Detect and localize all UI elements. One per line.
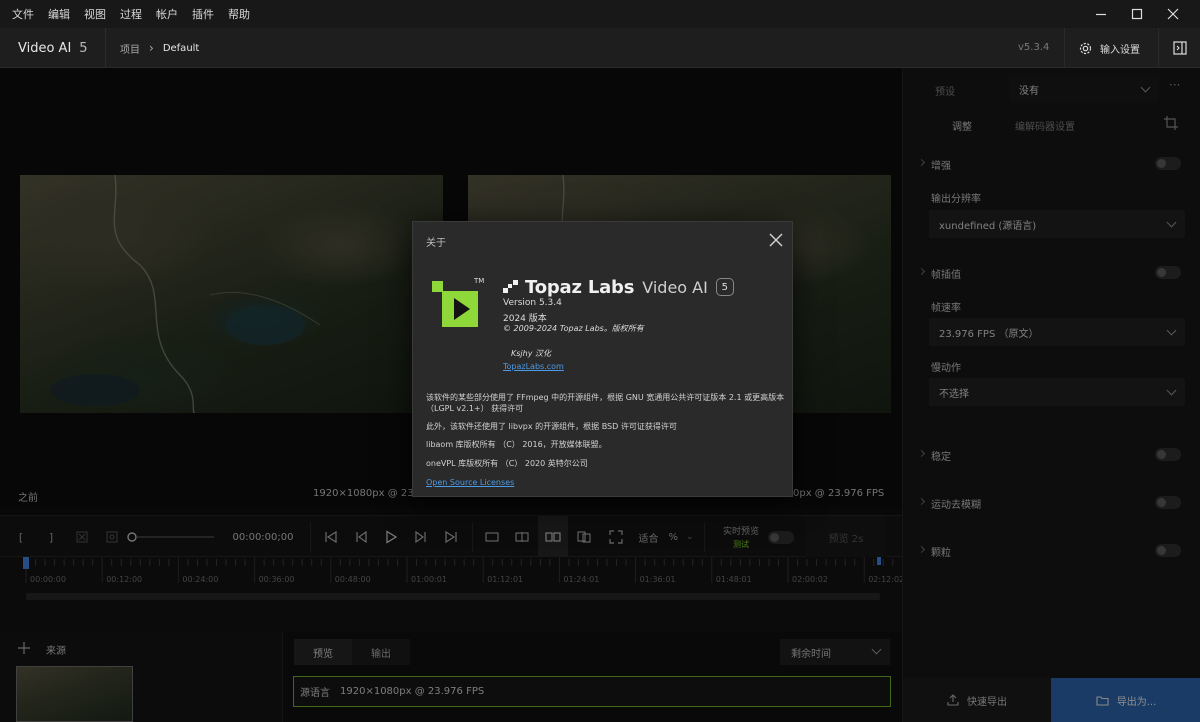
version-label: v5.3.4 — [1018, 42, 1050, 53]
breadcrumb-current: Default — [162, 42, 200, 54]
panel-toggle-button[interactable] — [1158, 28, 1200, 68]
topaz-video-ai-logo: TM — [432, 277, 484, 329]
topaz-website-link[interactable]: TopazLabs.com — [503, 362, 564, 371]
menu-edit[interactable]: 编辑 — [48, 6, 70, 22]
brand-name: Topaz Labs — [525, 276, 635, 298]
libaom-notice: libaom 库版权所有 （C） 2016，开放媒体联盟。 — [426, 440, 607, 449]
dialog-close-button[interactable] — [767, 231, 785, 249]
onevpl-notice: oneVPL 库版权所有 （C） 2020 英特尔公司 — [426, 459, 588, 468]
menu-process[interactable]: 过程 — [120, 6, 142, 22]
app-version-number: 5 — [79, 40, 88, 56]
menu-view[interactable]: 视图 — [84, 6, 106, 22]
menu-file[interactable]: 文件 — [12, 6, 34, 22]
product-version-badge: 5 — [715, 278, 734, 296]
chevron-right-icon: › — [149, 41, 154, 55]
close-icon — [1167, 8, 1179, 20]
ffmpeg-notice-cont: （LGPL v2.1+） 获得许可 — [426, 404, 524, 413]
brand-wordmark: Topaz Labs Video AI 5 — [503, 275, 734, 299]
localization-credit: Ksjhy 汉化 — [511, 349, 551, 358]
input-settings-label: 输入设置 — [1100, 44, 1140, 56]
about-dialog: 关于 TM Topaz Labs Video AI 5 Version 5.3.… — [412, 221, 793, 497]
topaz-labs-mark-icon — [503, 280, 518, 293]
maximize-button[interactable] — [1119, 0, 1155, 28]
breadcrumb: 项目 › Default — [120, 28, 199, 68]
libvpx-notice: 此外，该软件还使用了 libvpx 的开源组件，根据 BSD 许可证获得许可 — [426, 422, 677, 431]
product-name: Video AI — [642, 277, 708, 297]
maximize-icon — [1131, 8, 1143, 20]
version-line: Version 5.3.4 — [503, 298, 562, 308]
sidebar-toggle-icon — [1172, 41, 1187, 55]
close-window-button[interactable] — [1155, 0, 1191, 28]
minimize-icon — [1096, 13, 1106, 16]
trademark: TM — [474, 277, 485, 285]
input-settings-button[interactable]: 输入设置 — [1064, 28, 1154, 68]
app-name: Video AI — [18, 40, 72, 56]
close-icon — [769, 233, 783, 247]
app-brand: Video AI 5 — [0, 28, 106, 68]
gear-icon — [1079, 42, 1092, 54]
menu-bar: 文件 编辑 视图 过程 帐户 插件 帮助 — [0, 0, 1200, 28]
menu-plugins[interactable]: 插件 — [192, 6, 214, 22]
dialog-title: 关于 — [426, 238, 446, 249]
copyright-line: © 2009-2024 Topaz Labs。版权所有 — [503, 324, 644, 333]
app-header: Video AI 5 项目 › Default v5.3.4 输入设置 — [0, 28, 1200, 68]
minimize-button[interactable] — [1083, 0, 1119, 28]
menu-account[interactable]: 帐户 — [156, 6, 178, 22]
open-source-licenses-link[interactable]: Open Source Licenses — [426, 477, 514, 489]
breadcrumb-projects[interactable]: 项目 — [120, 41, 140, 56]
menu-help[interactable]: 帮助 — [228, 6, 250, 22]
